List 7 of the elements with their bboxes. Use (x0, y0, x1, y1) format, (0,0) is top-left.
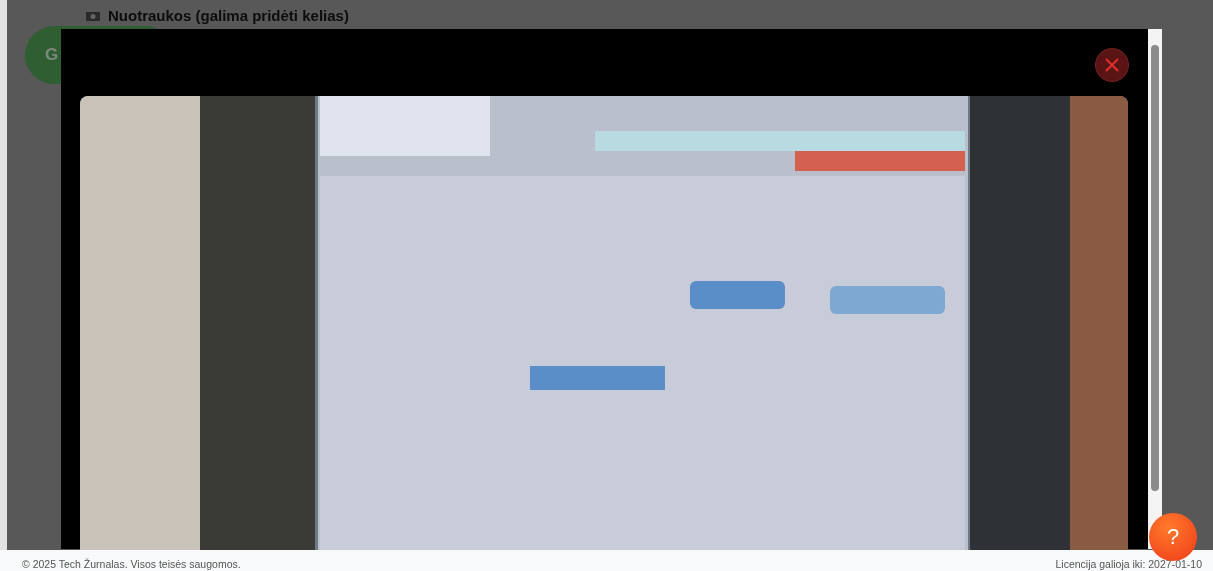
scrollbar[interactable] (1148, 29, 1162, 549)
close-icon (1105, 58, 1119, 72)
close-button[interactable] (1095, 48, 1129, 82)
copyright-text: © 2025 Tech Žurnalas. Visos teisės saugomos. (22, 556, 241, 570)
scrollbar-thumb[interactable] (1151, 45, 1159, 491)
camera-icon (86, 10, 100, 21)
section-title: Nuotraukos (galima pridėti kelias) (108, 7, 349, 24)
